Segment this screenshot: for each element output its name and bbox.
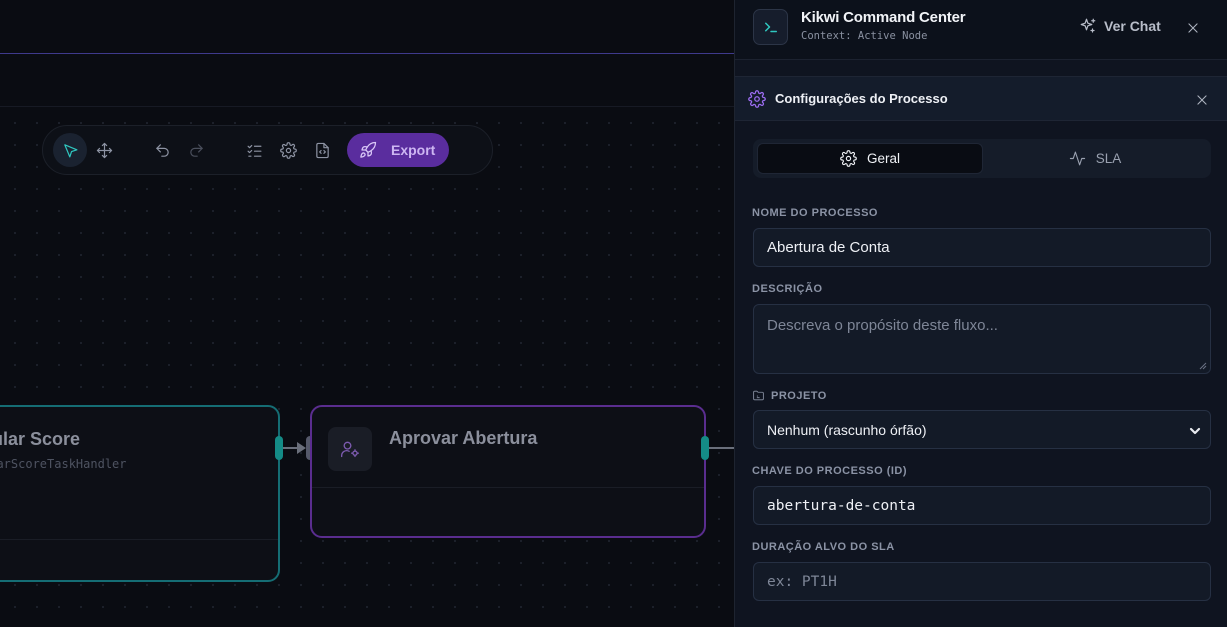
cursor-icon [63,143,77,157]
export-button[interactable]: Export [347,133,450,167]
move-icon [96,142,112,158]
user-cog-icon [341,441,359,458]
redo-button[interactable] [179,133,213,167]
name-field-label: NOME DO PROCESSO [752,207,878,219]
command-center-panel: Kikwi Command Center Context: Active Nod… [734,0,1227,627]
activity-icon [1069,151,1085,166]
process-key-input[interactable]: abertura-de-conta [753,486,1211,525]
node-title: cular Score [0,429,81,449]
app-title: Kikwi Command Center [801,9,966,26]
description-placeholder: Descreva o propósito deste fluxo... [767,317,998,334]
section-title: Configurações do Processo [775,91,948,106]
close-icon [1188,23,1198,33]
node-divider [312,487,704,488]
edge-arrow [297,442,306,454]
settings-tabs: Geral SLA [753,139,1211,178]
process-key-value: abertura-de-conta [767,497,916,514]
project-label-text: PROJETO [771,389,827,402]
node-output-handle[interactable] [275,436,283,460]
rocket-icon [360,141,377,158]
terminal-icon [753,9,788,45]
close-panel-button[interactable] [1184,19,1202,37]
project-select[interactable]: Nenhum (rascunho órfão) [753,410,1211,449]
key-field-label: CHAVE DO PROCESSO (ID) [752,465,908,477]
process-name-value: Abertura de Conta [767,239,890,256]
sparkles-icon [1080,18,1096,33]
close-icon [1197,95,1207,105]
resize-handle-icon[interactable] [1199,362,1207,370]
gear-icon [279,141,297,159]
ver-chat-label: Ver Chat [1104,18,1161,34]
tab-geral[interactable]: Geral [757,143,983,174]
undo-icon [155,143,169,157]
workflow-node-calcular-score[interactable]: cular Score olarScoreTaskHandler [0,405,280,582]
node-handler: olarScoreTaskHandler [0,457,127,471]
code-file-button[interactable] [305,133,339,167]
redo-icon [189,143,203,157]
canvas-toolbar: Export [42,125,493,175]
node-divider [0,539,278,540]
chevron-down-icon [1189,424,1201,436]
file-code-icon [315,142,329,158]
description-field-label: DESCRIÇÃO [752,283,823,295]
tab-sla[interactable]: SLA [983,143,1207,174]
project-selected-value: Nenhum (rascunho órfão) [767,421,927,438]
checklist-icon [247,144,261,157]
app-context: Context: Active Node [801,30,928,42]
panel-header: Kikwi Command Center Context: Active Nod… [735,0,1227,60]
checklist-button[interactable] [237,133,271,167]
undo-button[interactable] [145,133,179,167]
workflow-canvas[interactable]: Export cular Score olarScoreTaskHandler … [0,0,734,627]
edge-connector[interactable] [709,447,734,449]
canvas-top-bar [0,0,734,54]
project-field-label: PROJETO [752,389,827,402]
settings-section-header: Configurações do Processo [735,76,1227,121]
process-name-input[interactable]: Abertura de Conta [753,228,1211,267]
settings-button[interactable] [271,133,305,167]
select-tool-button[interactable] [53,133,87,167]
ver-chat-button[interactable]: Ver Chat [1079,17,1161,35]
export-label: Export [391,142,436,158]
sla-duration-input[interactable]: ex: PT1H [753,562,1211,601]
tab-label: SLA [1095,151,1122,166]
close-section-button[interactable] [1193,91,1211,109]
gear-icon [840,150,857,167]
user-task-badge [328,427,372,471]
sla-placeholder: ex: PT1H [767,573,837,590]
folder-icon [753,390,764,401]
canvas-sub-bar [0,55,734,107]
sla-field-label: DURAÇÃO ALVO DO SLA [752,541,895,553]
node-title: Aprovar Abertura [389,428,538,448]
description-textarea[interactable]: Descreva o propósito deste fluxo... [753,304,1211,374]
node-output-handle[interactable] [701,436,709,460]
workflow-node-aprovar-abertura[interactable]: Aprovar Abertura [310,405,706,538]
pan-tool-button[interactable] [87,133,121,167]
gear-icon [748,90,766,108]
tab-label: Geral [866,151,900,166]
